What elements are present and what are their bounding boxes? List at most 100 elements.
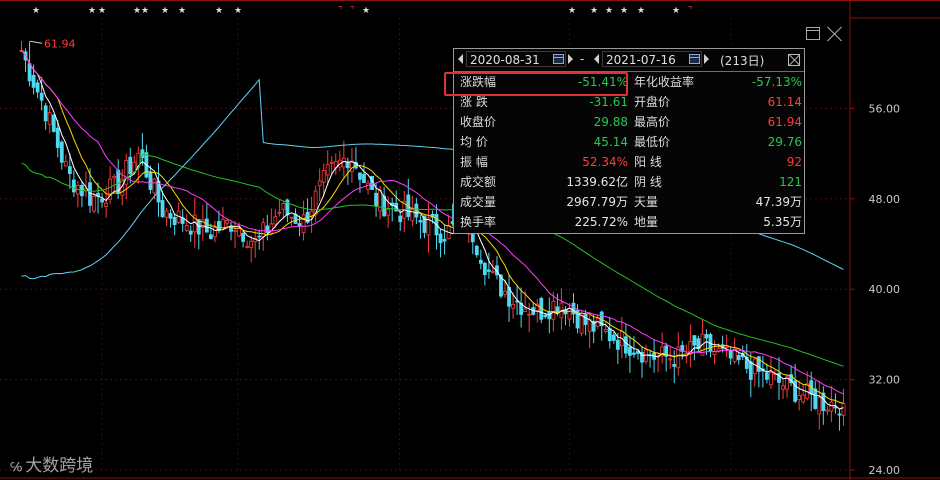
candle-body bbox=[31, 74, 36, 88]
candle-body bbox=[172, 216, 177, 225]
candle-body bbox=[418, 220, 423, 223]
top-marker: ★ bbox=[590, 6, 598, 16]
candle-body bbox=[217, 220, 221, 231]
stat-label-left-6: 成交量 bbox=[460, 195, 497, 209]
candle-body bbox=[712, 351, 717, 355]
candle-body bbox=[623, 336, 628, 354]
candle-body bbox=[39, 92, 44, 101]
stat-label-right-0: 年化收益率 bbox=[634, 75, 695, 89]
stat-value-right-1: 61.14 bbox=[767, 95, 802, 109]
candle-body bbox=[567, 308, 572, 320]
candle-body bbox=[213, 227, 217, 238]
candle-body bbox=[583, 314, 588, 325]
stat-label-right-1: 开盘价 bbox=[634, 95, 671, 109]
day-count: (213日) bbox=[720, 54, 765, 68]
start-prev-arrow-icon[interactable] bbox=[458, 54, 463, 64]
candle-body bbox=[358, 172, 362, 180]
start-next-arrow-icon[interactable] bbox=[568, 54, 573, 64]
candle-body bbox=[486, 269, 491, 272]
end-next-arrow-icon[interactable] bbox=[704, 54, 709, 64]
candle-body bbox=[273, 216, 278, 225]
candle-body bbox=[128, 156, 133, 175]
candle-body bbox=[752, 358, 757, 375]
top-marker: ★ bbox=[32, 6, 40, 16]
candle-body bbox=[692, 335, 697, 346]
candle-body bbox=[277, 211, 282, 214]
candle-body bbox=[378, 190, 383, 212]
candle-body bbox=[374, 192, 378, 207]
end-date-field[interactable]: 2021-07-16 bbox=[602, 51, 702, 67]
start-date-field[interactable]: 2020-08-31 bbox=[466, 51, 566, 67]
candle-body bbox=[245, 245, 250, 248]
stat-value-left-2: 29.88 bbox=[593, 115, 628, 129]
candle-body bbox=[474, 245, 479, 256]
candle-body bbox=[833, 406, 838, 409]
end-prev-arrow-icon[interactable] bbox=[594, 54, 599, 64]
candle-body bbox=[704, 334, 709, 339]
candle-body bbox=[160, 200, 165, 218]
top-marker: ★ bbox=[568, 6, 576, 16]
stat-label-left-5: 成交额 bbox=[460, 175, 497, 189]
date-separator: - bbox=[580, 52, 585, 66]
stat-label-right-5: 阴 线 bbox=[634, 175, 662, 189]
candle-body bbox=[325, 164, 330, 176]
candle-body bbox=[668, 358, 673, 361]
top-marker: ★ bbox=[637, 6, 645, 16]
candle-body bbox=[632, 352, 636, 355]
stat-value-right-3: 29.76 bbox=[767, 135, 802, 149]
candle-body bbox=[92, 195, 96, 212]
candle-body bbox=[611, 334, 616, 341]
candle-body bbox=[728, 350, 733, 359]
candle-body bbox=[237, 228, 241, 237]
candle-body bbox=[478, 259, 483, 264]
candle-body bbox=[221, 219, 225, 229]
stat-value-right-4: 92 bbox=[786, 155, 802, 169]
candle-body bbox=[817, 397, 822, 415]
candle-body bbox=[724, 346, 729, 349]
candle-body bbox=[523, 308, 528, 313]
candle-body bbox=[289, 216, 294, 219]
candle-body bbox=[442, 238, 447, 242]
candle-body bbox=[329, 162, 334, 164]
stat-value-right-2: 61.94 bbox=[767, 115, 802, 129]
close-panel-icon[interactable] bbox=[788, 54, 800, 66]
maximize-icon[interactable] bbox=[806, 27, 820, 40]
candle-body bbox=[491, 270, 495, 273]
candle-body bbox=[547, 311, 552, 320]
candle-body bbox=[261, 222, 266, 238]
stat-label-left-4: 振 幅 bbox=[460, 155, 488, 169]
candle-body bbox=[438, 233, 443, 244]
candle-body bbox=[748, 361, 753, 380]
candle-body bbox=[27, 63, 32, 82]
candle-body bbox=[837, 413, 842, 416]
watermark-text: 大数跨境 bbox=[25, 456, 94, 476]
stat-value-left-4: 52.34% bbox=[582, 155, 628, 169]
stat-label-right-3: 最低价 bbox=[634, 135, 671, 149]
watermark: ℅ 大数跨境 bbox=[10, 451, 94, 476]
top-marker: ★ bbox=[620, 6, 628, 16]
candle-body bbox=[825, 409, 830, 412]
candle-body bbox=[362, 173, 366, 184]
candle-body bbox=[225, 220, 229, 224]
top-marker: ★ bbox=[215, 6, 223, 16]
top-marker: ★ bbox=[234, 6, 242, 16]
stat-value-right-7: 5.35万 bbox=[763, 215, 802, 229]
top-marker: ★ bbox=[672, 6, 680, 16]
candle-body bbox=[603, 329, 608, 332]
candle-body bbox=[813, 388, 818, 409]
top-marker: ★ bbox=[141, 6, 149, 16]
candle-body bbox=[736, 354, 741, 361]
close-icon[interactable] bbox=[826, 26, 844, 42]
calendar-icon[interactable] bbox=[689, 54, 700, 64]
candle-body bbox=[301, 214, 306, 234]
candle-body bbox=[100, 198, 104, 203]
candle-body bbox=[398, 215, 403, 223]
candle-body bbox=[241, 233, 246, 242]
stat-label-right-6: 天量 bbox=[634, 195, 659, 209]
high-price-label: 61.94 bbox=[44, 37, 75, 50]
candle-body bbox=[35, 82, 40, 93]
start-date-value: 2020-08-31 bbox=[470, 53, 540, 67]
top-marker: ★ bbox=[88, 6, 96, 16]
calendar-icon[interactable] bbox=[553, 54, 564, 64]
candle-body bbox=[148, 171, 153, 190]
